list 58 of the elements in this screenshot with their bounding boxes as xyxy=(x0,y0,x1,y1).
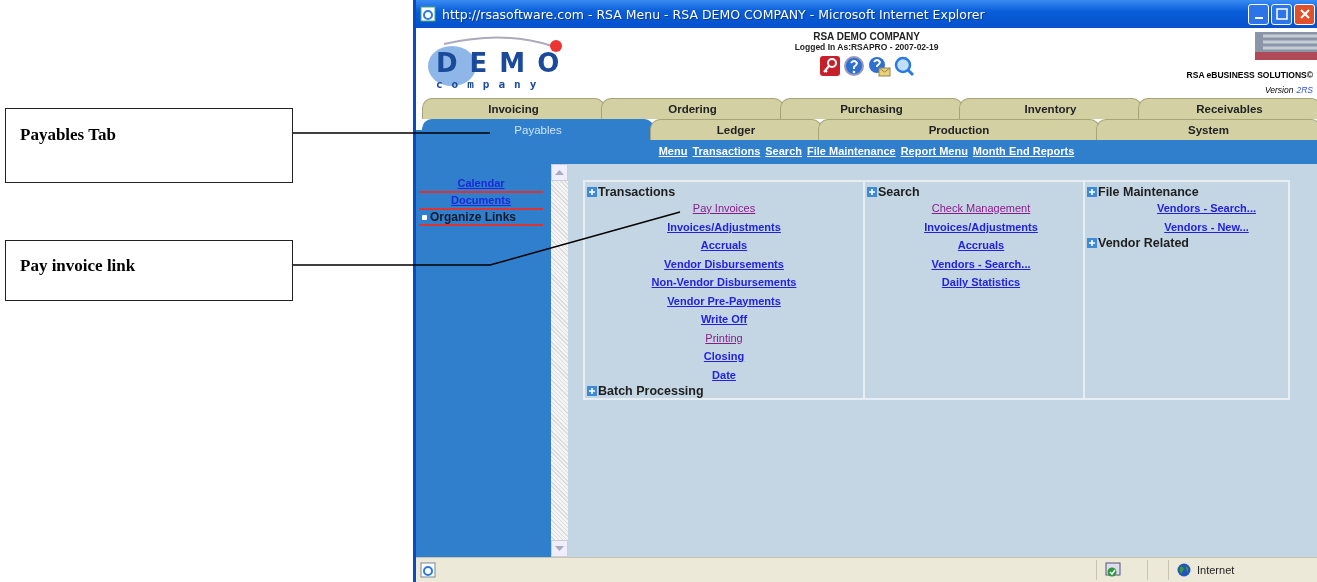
function-link[interactable]: Invoices/Adjustments xyxy=(924,217,1038,236)
function-link[interactable]: Vendors - New... xyxy=(1164,217,1249,236)
version-label: Version xyxy=(1264,85,1294,95)
function-link[interactable]: Vendors - Search... xyxy=(1156,199,1256,218)
brand-logo-drawing xyxy=(1255,32,1317,60)
function-link[interactable]: Accruals xyxy=(957,236,1005,255)
function-link[interactable]: Vendors - Search... xyxy=(931,254,1031,273)
brand-text: RSA eBUSINESS SOLUTIONS© xyxy=(1186,70,1313,80)
function-link[interactable]: Check Management xyxy=(931,199,1031,218)
function-link[interactable]: Write Off xyxy=(700,310,748,329)
login-info: Logged In As:RSAPRO - 2007-02-19 xyxy=(794,42,939,52)
search-icon[interactable] xyxy=(892,55,915,77)
tab[interactable]: Invoicing xyxy=(422,98,605,119)
section-title[interactable]: Batch Processing xyxy=(598,384,704,398)
section-title[interactable]: Search xyxy=(878,185,920,199)
callout-box: Payables Tab xyxy=(5,108,293,183)
window-title: http://rsasoftware.com - RSA Menu - RSA DEMO COMPANY - Microsoft Internet Explorer xyxy=(442,6,985,22)
function-link[interactable]: Vendor Disbursements xyxy=(664,254,784,273)
section-title[interactable]: File Maintenance xyxy=(1098,185,1199,199)
function-link[interactable]: Printing xyxy=(705,328,743,347)
version-number: 2RS xyxy=(1296,85,1313,95)
function-link[interactable]: Daily Statistics xyxy=(941,273,1021,292)
close-button[interactable] xyxy=(1294,3,1315,25)
help-icon[interactable] xyxy=(842,55,865,77)
help-mail-icon[interactable] xyxy=(866,55,891,77)
nav-link[interactable]: Report Menu xyxy=(900,145,968,157)
function-link[interactable]: Accruals xyxy=(700,236,748,255)
close-icon xyxy=(1298,8,1311,20)
sidebar-group-title[interactable]: Organize Links xyxy=(430,210,517,224)
function-link[interactable]: Vendor Pre-Payments xyxy=(667,291,781,310)
function-link[interactable]: Invoices/Adjustments xyxy=(667,217,781,236)
callout-box: Pay invoice link xyxy=(5,240,293,301)
function-link[interactable]: Closing xyxy=(703,347,745,366)
page-icon xyxy=(420,6,436,22)
globe-icon xyxy=(1177,563,1191,577)
function-link[interactable]: Non-Vendor Disbursements xyxy=(651,273,797,292)
maximize-button[interactable] xyxy=(1271,3,1292,25)
minimize-button[interactable] xyxy=(1248,3,1269,25)
scroll-bar[interactable] xyxy=(551,164,568,557)
minimize-icon xyxy=(1254,17,1263,19)
nav-link[interactable]: Transactions xyxy=(692,145,761,157)
security-icon xyxy=(1105,562,1121,578)
nav-link[interactable]: Search xyxy=(765,145,802,157)
maximize-icon xyxy=(1275,8,1288,20)
tab[interactable]: System xyxy=(1096,119,1317,140)
company-name: RSA DEMO COMPANY xyxy=(813,31,920,42)
zone-label: Internet xyxy=(1197,564,1235,576)
page-icon xyxy=(420,562,436,578)
tab[interactable]: Receivables xyxy=(1138,98,1317,119)
nav-link[interactable]: Month End Reports xyxy=(972,145,1075,157)
section-title[interactable]: Vendor Related xyxy=(1098,236,1189,250)
function-link[interactable]: Pay Invoices xyxy=(692,199,756,218)
function-link[interactable]: Date xyxy=(712,365,736,384)
key-icon[interactable] xyxy=(818,55,841,77)
company-logo: DEMO company xyxy=(424,32,574,96)
nav-link[interactable]: File Maintenance xyxy=(807,145,896,157)
nav-link[interactable]: Menu xyxy=(658,145,688,157)
section-title[interactable]: Transactions xyxy=(598,185,676,199)
